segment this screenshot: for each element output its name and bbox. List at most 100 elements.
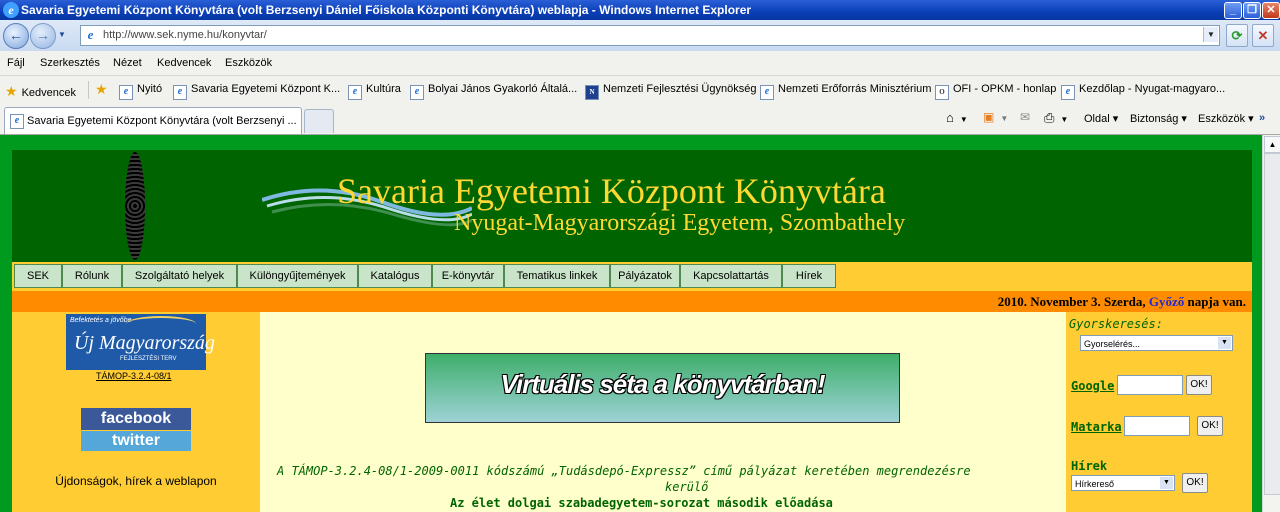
menu-tools[interactable]: Eszközök — [225, 57, 272, 69]
ie-page-icon: e — [119, 85, 133, 100]
maximize-button[interactable]: ❐ — [1243, 2, 1261, 19]
chevron-down-icon: ▼ — [1218, 337, 1231, 349]
virtual-tour-banner[interactable]: Virtuális séta a könyvtárban! — [425, 353, 900, 423]
ujm-small-text: Befektetés a jövőbe — [70, 317, 132, 324]
ie-page-icon: e — [173, 85, 187, 100]
favorite-link[interactable]: e Savaria Egyetemi Központ K... — [173, 83, 340, 100]
ujm-main-text: Új Magyarország — [74, 332, 215, 354]
favorite-link[interactable]: e Nemzeti Erőforrás Minisztérium — [760, 83, 931, 100]
favorite-link[interactable]: e Bolyai János Gyakorló Általá... — [410, 83, 577, 100]
google-link[interactable]: Google — [1071, 379, 1114, 393]
twitter-link[interactable]: twitter — [81, 431, 191, 451]
tamop-link[interactable]: TÁMOP-3.2.4-08/1 — [96, 371, 172, 381]
nav-kulongyujtemenyek[interactable]: Különgyűjtemények — [237, 264, 358, 288]
date-bar: 2010. November 3. Szerda, Győző napja va… — [12, 291, 1252, 312]
add-favorite-icon[interactable]: ★ — [95, 81, 108, 98]
stop-button[interactable]: ✕ — [1252, 24, 1274, 47]
chevron-right-icon[interactable]: » — [1259, 112, 1265, 124]
matarka-search-input[interactable] — [1124, 416, 1190, 436]
matarka-link[interactable]: Matarka — [1071, 420, 1122, 434]
google-ok-button[interactable]: OK! — [1186, 375, 1212, 395]
nav-palyazatok[interactable]: Pályázatok — [610, 264, 680, 288]
menu-file[interactable]: Fájl — [7, 57, 25, 69]
ie-page-icon: e — [348, 85, 362, 100]
address-dropdown-icon[interactable]: ▼ — [1203, 27, 1218, 42]
news-label: Hírek — [1071, 459, 1108, 473]
lecture-title: Az élet dolgai szabadegyetem-sorozat más… — [450, 496, 833, 510]
tab-title: Savaria Egyetemi Központ Könyvtára (volt… — [27, 115, 297, 127]
ie-page-icon: e — [410, 85, 424, 100]
nav-rolunk[interactable]: Rólunk — [62, 264, 122, 288]
print-icon[interactable]: ⎙ ▼ — [1044, 110, 1068, 126]
forward-button[interactable]: → — [30, 23, 56, 49]
refresh-button[interactable]: ⟳ — [1226, 24, 1248, 47]
mail-icon[interactable]: ✉ — [1020, 110, 1030, 124]
main-content: Virtuális séta a könyvtárban! A TÁMOP-3.… — [260, 312, 1066, 512]
tab-active[interactable]: e Savaria Egyetemi Központ Könyvtára (vo… — [4, 107, 302, 134]
nav-katalogus[interactable]: Katalógus — [358, 264, 432, 288]
chevron-down-icon: ▼ — [1160, 477, 1173, 489]
feeds-icon[interactable]: ▣ ▼ — [983, 110, 1008, 124]
favorites-button[interactable]: ★ Kedvencek — [5, 83, 76, 100]
nav-kapcsolattartas[interactable]: Kapcsolattartás — [680, 264, 782, 288]
virtual-tour-text: Virtuális séta a könyvtárban! — [500, 369, 825, 399]
uj-magyarorszag-banner[interactable]: Befektetés a jövőbe Új Magyarország FEJL… — [66, 314, 215, 370]
favorites-label: Kedvencek — [21, 87, 76, 99]
favorite-link[interactable]: N Nemzeti Fejlesztési Ügynökség — [585, 83, 756, 100]
scroll-thumb[interactable] — [1264, 153, 1280, 495]
tools-menu[interactable]: Eszközök ▾ — [1198, 112, 1254, 125]
menu-view[interactable]: Nézet — [113, 57, 142, 69]
ujm-sub-text: FEJLESZTÉSI TERV — [120, 356, 177, 362]
separator — [88, 81, 89, 99]
page-viewport: Savaria Egyetemi Központ Könyvtára Nyuga… — [0, 135, 1262, 512]
facebook-link[interactable]: facebook — [81, 408, 191, 430]
eu-stars-icon — [126, 316, 196, 332]
news-ok-button[interactable]: OK! — [1182, 473, 1208, 493]
ofi-icon: O — [935, 85, 949, 100]
vertical-scrollbar[interactable]: ▲ — [1262, 135, 1280, 512]
nav-sek[interactable]: SEK — [14, 264, 62, 288]
news-link[interactable]: Újdonságok, hírek a weblapon — [12, 474, 260, 488]
favorite-link[interactable]: e Kultúra — [348, 83, 401, 100]
safety-menu[interactable]: Biztonság ▾ — [1130, 112, 1187, 125]
scroll-up-icon[interactable]: ▲ — [1264, 136, 1280, 153]
menu-favorites[interactable]: Kedvencek — [157, 57, 211, 69]
favorite-link[interactable]: e Kezdőlap - Nyugat-magyaro... — [1061, 83, 1225, 100]
favorites-bar: ★ Kedvencek ★ e Nyitó e Savaria Egyetemi Kö… — [0, 76, 1280, 104]
news-search-select[interactable]: Hírkereső ▼ — [1071, 475, 1175, 491]
page-menu[interactable]: Oldal ▾ — [1084, 112, 1118, 125]
nav-szolgaltato-helyek[interactable]: Szolgáltató helyek — [122, 264, 237, 288]
history-dropdown-icon[interactable]: ▼ — [58, 30, 66, 39]
minimize-button[interactable]: _ — [1224, 2, 1242, 19]
announcement-line: kerülő — [665, 480, 709, 494]
close-button[interactable]: ✕ — [1262, 2, 1280, 19]
favorite-link[interactable]: O OFI - OPKM - honlap — [935, 83, 1056, 100]
nameday-link[interactable]: Győző — [1149, 294, 1184, 309]
new-tab-button[interactable] — [304, 109, 334, 133]
page-icon: e — [87, 27, 94, 42]
ie-logo-icon: e — [3, 2, 19, 18]
address-toolbar: ← → ▼ e http://www.sek.nyme.hu/konyvtar/… — [0, 20, 1280, 51]
title-bar: e Savaria Egyetemi Központ Könyvtára (vo… — [0, 0, 1280, 20]
favorite-link[interactable]: e Nyitó — [119, 83, 162, 100]
ie-page-icon: e — [760, 85, 774, 100]
ie-page-icon: e — [10, 114, 24, 129]
date-text: 2010. November 3. Szerda, Győző napja va… — [997, 294, 1246, 309]
right-column: Gyorskeresés: Gyorselérés... ▼ Google OK!… — [1066, 312, 1252, 512]
address-bar[interactable]: e http://www.sek.nyme.hu/konyvtar/ ▼ — [80, 25, 1220, 46]
matarka-ok-button[interactable]: OK! — [1197, 416, 1223, 436]
announcement-line: A TÁMOP-3.2.4-08/1-2009-0011 kódszámú „T… — [277, 464, 971, 478]
back-button[interactable]: ← — [3, 23, 29, 49]
university-seal-icon — [125, 152, 145, 260]
home-icon[interactable]: ⌂ ▼ — [946, 110, 968, 125]
site-header: Savaria Egyetemi Központ Könyvtára Nyuga… — [12, 150, 1252, 262]
address-input[interactable]: http://www.sek.nyme.hu/konyvtar/ — [103, 29, 267, 41]
window-title: Savaria Egyetemi Központ Könyvtára (volt… — [21, 3, 752, 17]
nav-e-konyvtar[interactable]: E-könyvtár — [432, 264, 504, 288]
quick-search-label: Gyorskeresés: — [1069, 317, 1163, 331]
quick-access-select[interactable]: Gyorselérés... ▼ — [1080, 335, 1233, 351]
google-search-input[interactable] — [1117, 375, 1183, 395]
menu-edit[interactable]: Szerkesztés — [40, 57, 100, 69]
nav-tematikus-linkek[interactable]: Tematikus linkek — [504, 264, 610, 288]
nav-hirek[interactable]: Hírek — [782, 264, 836, 288]
